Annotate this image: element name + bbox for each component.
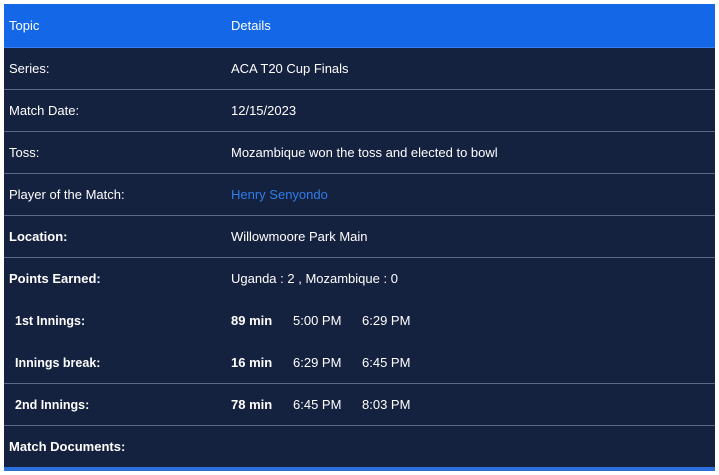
header-topic: Topic (9, 18, 40, 33)
second-innings-label: 2nd Innings: (15, 397, 90, 412)
first-innings-end: 6:29 PM (362, 313, 411, 328)
header-details: Details (231, 18, 271, 33)
innings-break-start: 6:29 PM (293, 355, 342, 370)
first-innings-start: 5:00 PM (293, 313, 342, 328)
match-documents-label: Match Documents: (9, 439, 126, 454)
points-label: Points Earned: (9, 271, 101, 286)
second-innings-start: 6:45 PM (293, 397, 342, 412)
location-label: Location: (9, 229, 68, 244)
location-value: Willowmoore Park Main (231, 229, 368, 244)
row-match-documents: Match Documents: (4, 426, 715, 468)
second-innings-end: 8:03 PM (362, 397, 411, 412)
row-series: Series: ACA T20 Cup Finals (4, 48, 715, 90)
toss-label: Toss: (9, 145, 40, 160)
row-second-innings: 2nd Innings: 78 min 6:45 PM 8:03 PM (4, 384, 715, 426)
row-player-of-match: Player of the Match: Henry Senyondo (4, 174, 715, 216)
series-label: Series: (9, 61, 50, 76)
first-innings-duration: 89 min (231, 313, 273, 328)
first-innings-label: 1st Innings: (15, 313, 86, 328)
match-details-table: Topic Details Series: ACA T20 Cup Finals… (4, 4, 715, 471)
innings-break-end: 6:45 PM (362, 355, 411, 370)
row-points: Points Earned: Uganda : 2 , Mozambique :… (4, 258, 715, 300)
innings-break-duration: 16 min (231, 355, 273, 370)
row-location: Location: Willowmoore Park Main (4, 216, 715, 258)
row-match-date: Match Date: 12/15/2023 (4, 90, 715, 132)
row-toss: Toss: Mozambique won the toss and electe… (4, 132, 715, 174)
toss-value: Mozambique won the toss and elected to b… (231, 145, 498, 160)
row-first-innings: 1st Innings: 89 min 5:00 PM 6:29 PM (4, 300, 715, 342)
points-value: Uganda : 2 , Mozambique : 0 (231, 271, 398, 286)
player-of-match-link[interactable]: Henry Senyondo (231, 187, 328, 202)
second-innings-duration: 78 min (231, 397, 273, 412)
player-of-match-label: Player of the Match: (9, 187, 125, 202)
match-date-label: Match Date: (9, 103, 80, 118)
match-date-value: 12/15/2023 (231, 103, 297, 118)
table-header: Topic Details (4, 4, 715, 48)
row-innings-break: Innings break: 16 min 6:29 PM 6:45 PM (4, 342, 715, 384)
series-value: ACA T20 Cup Finals (231, 61, 349, 76)
innings-break-label: Innings break: (15, 355, 101, 370)
